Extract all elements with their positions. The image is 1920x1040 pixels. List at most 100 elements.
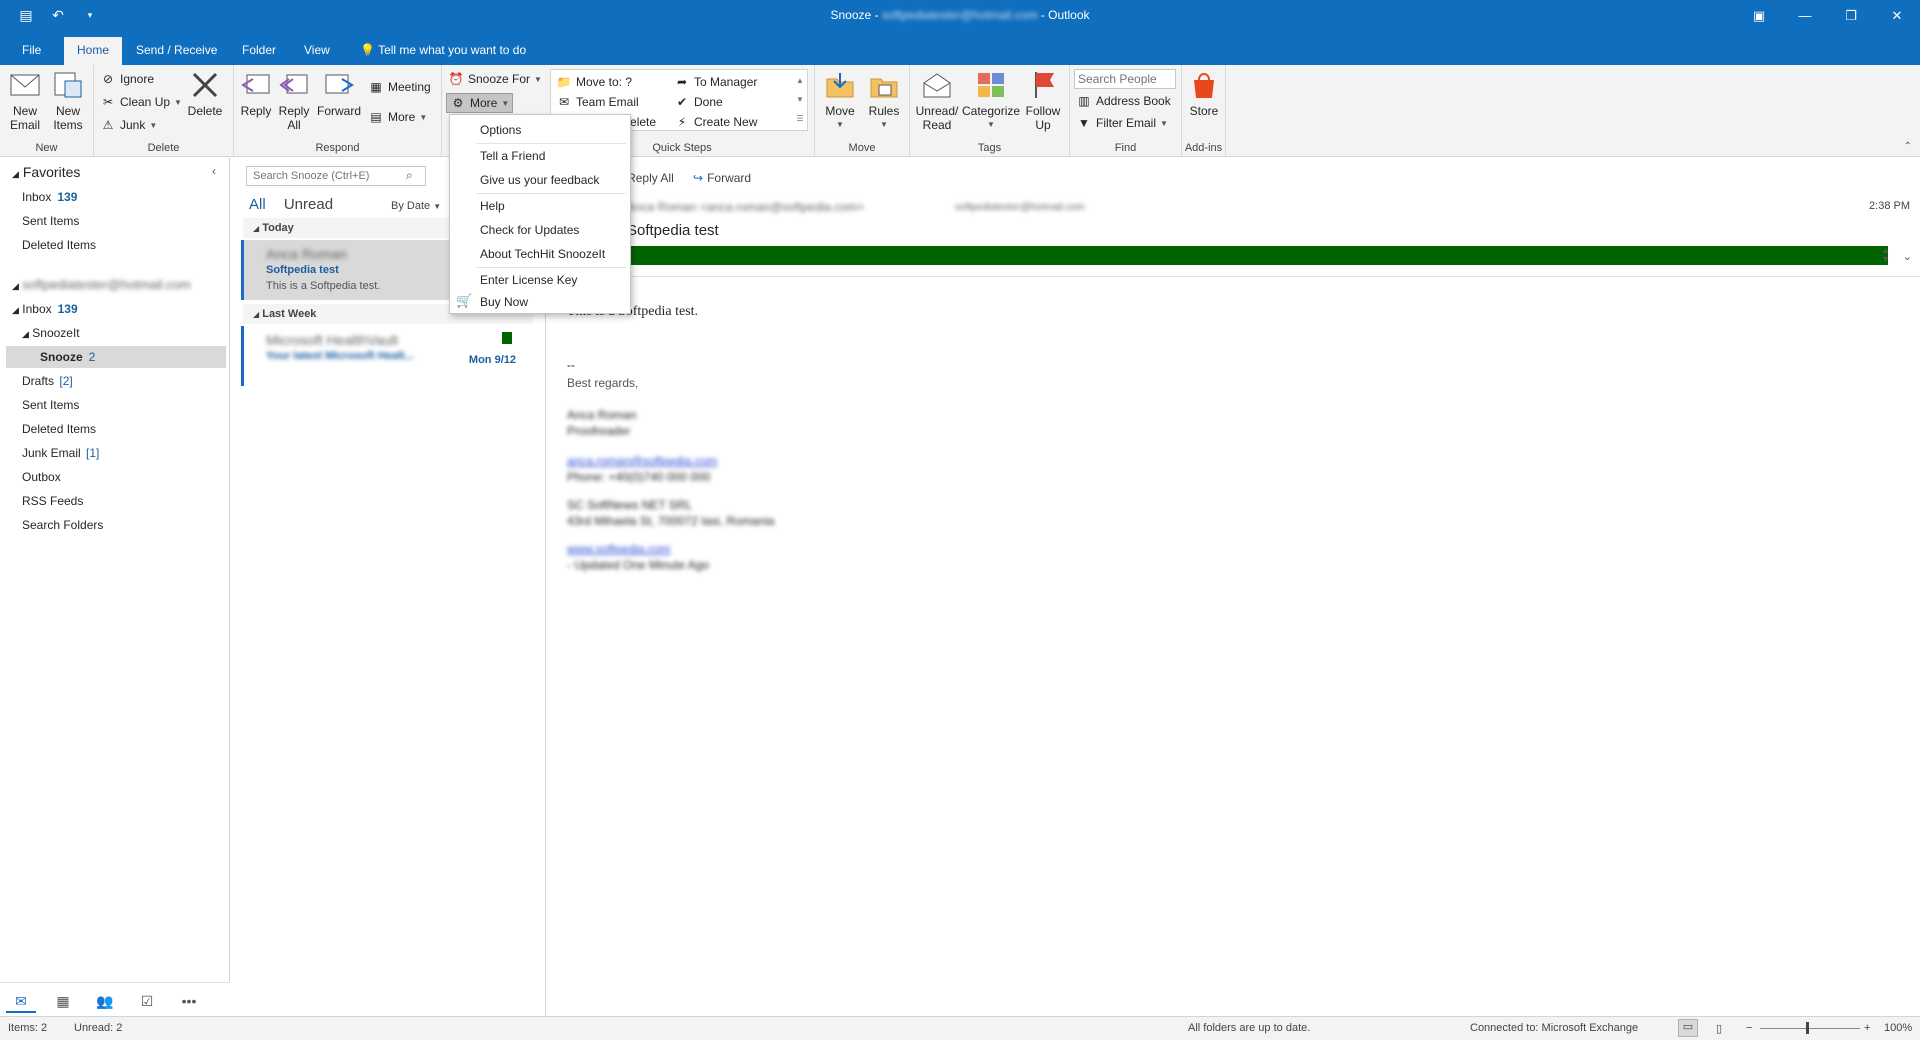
drafts-folder[interactable]: Drafts [2] — [22, 370, 73, 392]
account-header[interactable]: ◢ softpediatester@hotmail.com — [12, 274, 191, 296]
junk-icon: ⚠ — [102, 118, 114, 132]
zoom-in-icon[interactable]: + — [1864, 1022, 1870, 1034]
delete-button[interactable]: Delete — [182, 69, 228, 118]
normal-view-icon[interactable]: ▭ — [1678, 1019, 1698, 1037]
snooze-folder[interactable]: Snooze 2 — [6, 346, 226, 368]
people-icon[interactable]: 👥 — [90, 989, 120, 1013]
tab-file[interactable]: File — [12, 37, 51, 65]
deleted-items-folder[interactable]: Deleted Items — [22, 418, 96, 440]
clean-up-button[interactable]: ✂ Clean Up ▼ — [100, 94, 182, 110]
store-button[interactable]: Store — [1184, 69, 1224, 118]
snoozeit-folder[interactable]: ◢ SnoozeIt — [22, 322, 80, 344]
tell-me-box[interactable]: 💡 Tell me what you want to do — [350, 37, 536, 65]
menu-item-license-key[interactable]: Enter License Key — [480, 269, 577, 291]
move-button[interactable]: Move ▼ — [819, 69, 861, 132]
expand-header-icon[interactable]: ⌄ — [1903, 250, 1912, 263]
fav-inbox[interactable]: Inbox 139 — [22, 186, 77, 208]
snooze-for-button[interactable]: ⏰ Snooze For ▼ — [448, 71, 542, 87]
zoom-level[interactable]: 100% — [1884, 1022, 1912, 1034]
new-email-button[interactable]: New Email — [6, 69, 44, 132]
close-button[interactable]: ✕ — [1874, 0, 1920, 31]
status-connection: Connected to: Microsoft Exchange — [1470, 1022, 1639, 1034]
favorites-header[interactable]: ◢ Favorites — [12, 164, 80, 180]
reply-button[interactable]: Reply — [238, 69, 274, 118]
signature-email-link[interactable]: anca.roman@softpedia.com — [567, 454, 717, 468]
fav-sent-items[interactable]: Sent Items — [22, 210, 79, 232]
qs-team-email[interactable]: ✉ Team Email — [556, 94, 639, 110]
filter-unread[interactable]: Unread — [284, 196, 333, 213]
menu-item-check-updates[interactable]: Check for Updates — [480, 219, 579, 241]
reply-all-button[interactable]: Reply All — [276, 69, 312, 132]
group-today-label: Today — [262, 222, 294, 234]
menu-item-about[interactable]: About TechHit SnoozeIt — [480, 243, 605, 265]
forward-action[interactable]: ↪ Forward — [693, 171, 751, 185]
tab-send-receive[interactable]: Send / Receive — [126, 37, 227, 65]
menu-item-feedback[interactable]: Give us your feedback — [480, 169, 599, 191]
sort-by-date[interactable]: By Date ▼ — [391, 200, 441, 212]
ribbon-display-options-icon[interactable]: ▣ — [1736, 0, 1782, 31]
filter-all[interactable]: All — [249, 196, 266, 213]
inbox-folder[interactable]: ◢ Inbox 139 — [12, 298, 78, 320]
tab-folder[interactable]: Folder — [232, 37, 286, 65]
new-email-icon — [9, 69, 41, 101]
follow-up-button[interactable]: Follow Up — [1020, 69, 1066, 132]
menu-item-buy-now[interactable]: Buy Now — [480, 291, 528, 313]
more-dots-icon[interactable]: ••• — [174, 989, 204, 1013]
scroll-arrows-icon[interactable]: ▲ ▼ — [1881, 246, 1890, 264]
zoom-out-icon[interactable]: − — [1746, 1022, 1752, 1034]
list-item[interactable]: Microsoft HealthVault Your latest Micros… — [241, 326, 536, 386]
calendar-icon[interactable]: ▦ — [48, 989, 78, 1013]
menu-item-help[interactable]: Help — [480, 195, 505, 217]
rules-label: Rules — [868, 104, 900, 118]
chevron-down-icon: ▼ — [433, 202, 442, 211]
reading-view-icon[interactable]: ▯ — [1716, 1022, 1722, 1035]
zoom-slider-track[interactable] — [1760, 1028, 1860, 1029]
zoom-slider-thumb[interactable] — [1806, 1022, 1809, 1034]
group-tags: Unread/ Read Categorize ▼ Follow Up Tags — [910, 65, 1070, 157]
unread-read-button[interactable]: Unread/ Read — [912, 69, 962, 132]
restore-button[interactable]: ❐ — [1828, 0, 1874, 31]
search-people-input[interactable] — [1074, 69, 1176, 89]
category-color-tag — [502, 332, 512, 344]
outbox-folder[interactable]: Outbox — [22, 466, 61, 488]
sent-items-folder[interactable]: Sent Items — [22, 394, 79, 416]
signature-site-link[interactable]: www.softpedia.com — [567, 542, 670, 556]
group-move-label: Move — [848, 142, 876, 154]
qs-create-new-label: Create New — [694, 115, 758, 129]
navigation-bar: ✉ ▦ 👥 ☑ ••• — [0, 982, 230, 1018]
qs-done[interactable]: ✔ Done — [674, 94, 723, 110]
chevron-down-icon: ▼ — [836, 120, 844, 129]
qs-create-new[interactable]: ⚡ Create New — [674, 114, 758, 130]
collapse-pane-icon[interactable]: ‹ — [212, 164, 216, 178]
meeting-button[interactable]: ▦ Meeting — [368, 79, 430, 95]
search-input[interactable] — [246, 166, 426, 186]
menu-item-tell-a-friend[interactable]: Tell a Friend — [480, 145, 545, 167]
qs-to-manager[interactable]: ➦ To Manager — [674, 74, 757, 90]
mail-subject: Softpedia test — [266, 264, 339, 276]
ignore-button[interactable]: ⊘ Ignore — [100, 71, 154, 87]
forward-button[interactable]: Forward — [316, 69, 362, 118]
mail-icon[interactable]: ✉ — [6, 989, 36, 1013]
filter-email-button[interactable]: ▼ Filter Email ▼ — [1076, 115, 1168, 131]
new-items-button[interactable]: New Items — [48, 69, 88, 132]
qs-move-to[interactable]: 📁 Move to: ? — [556, 74, 633, 90]
rules-button[interactable]: Rules ▼ — [863, 69, 905, 132]
categorize-button[interactable]: Categorize ▼ — [962, 69, 1020, 132]
snooze-more-button[interactable]: ⚙ More ▼ — [446, 93, 514, 113]
tasks-icon[interactable]: ☑ — [132, 989, 162, 1013]
search-folders-folder[interactable]: Search Folders — [22, 514, 103, 536]
junk-button[interactable]: ⚠ Junk ▼ — [100, 117, 158, 133]
tab-view[interactable]: View — [294, 37, 340, 65]
junk-email-folder[interactable]: Junk Email [1] — [22, 442, 99, 464]
search-icon[interactable]: ⌕ — [406, 168, 413, 183]
collapse-ribbon-icon[interactable]: ⌃ — [1904, 141, 1912, 152]
menu-item-options[interactable]: Options — [480, 119, 521, 141]
minimize-button[interactable]: — — [1782, 0, 1828, 31]
gallery-scroll-arrows[interactable]: ▲ ▼ ☰ — [794, 71, 806, 129]
store-bag-icon — [1188, 69, 1220, 101]
rss-feeds-folder[interactable]: RSS Feeds — [22, 490, 83, 512]
respond-more-button[interactable]: ▤ More ▼ — [368, 109, 427, 125]
tab-home[interactable]: Home — [64, 37, 122, 65]
address-book-button[interactable]: ▥ Address Book — [1076, 93, 1170, 109]
fav-deleted-items[interactable]: Deleted Items — [22, 234, 96, 256]
